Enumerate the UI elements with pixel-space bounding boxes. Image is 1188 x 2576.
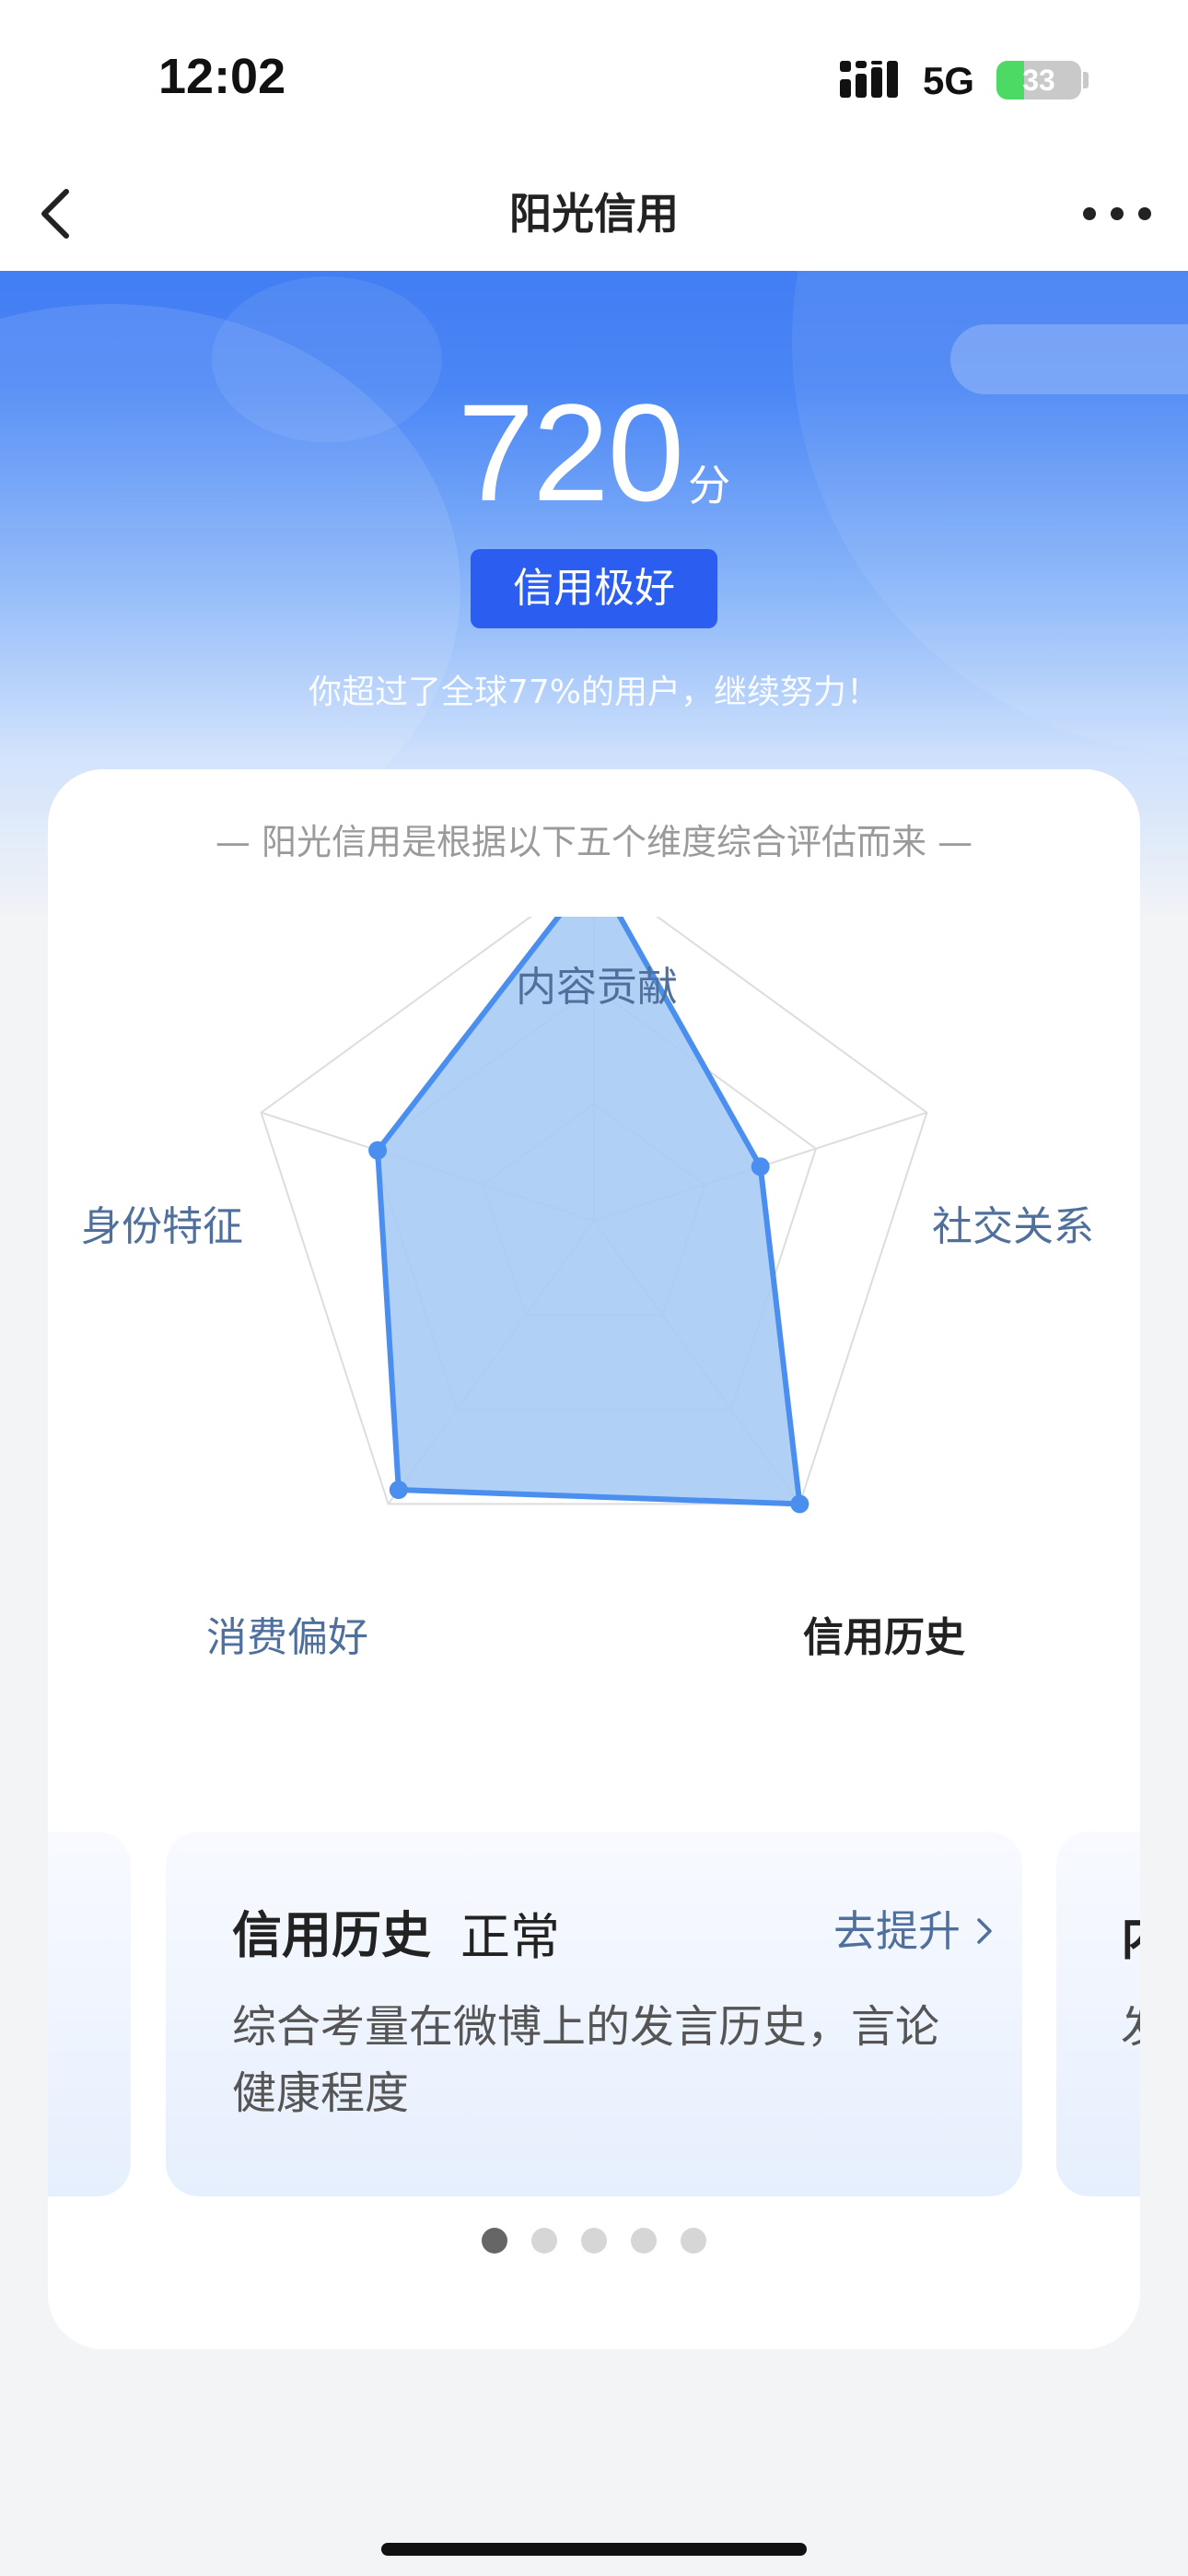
battery-icon: 33: [996, 61, 1081, 100]
back-chevron-icon[interactable]: [26, 179, 96, 249]
chevron-right-icon: [976, 1918, 992, 1944]
pagination-dot[interactable]: [631, 2228, 657, 2254]
rank-text: 你超过了全球77%的用户，继续努力！: [308, 673, 880, 711]
carousel-slide-next[interactable]: 内容贡献 发…: [1056, 1832, 1140, 2196]
axis-label-consumption[interactable]: 消费偏好: [206, 1604, 368, 1663]
status-bar: 12:02 5G 33: [0, 0, 1188, 157]
radar-chart: 内容贡献 社交关系 信用历史 消费偏好 身份特征: [48, 917, 1140, 1661]
carousel-pagination: [48, 2228, 1140, 2255]
nav-bar: 阳光信用: [0, 157, 1188, 271]
axis-label-identity[interactable]: 身份特征: [81, 1193, 243, 1252]
more-dots-icon[interactable]: [1076, 184, 1159, 243]
slide-description: 综合考量在微博上的发言历史，言论健康程度: [232, 2001, 940, 2119]
improve-link-label: 去提升: [833, 1906, 961, 1956]
dimension-carousel[interactable]: 信用历史 正常 去提升 综合考量在微博上的发言历史，言论健康程度 内容贡献 发…: [48, 1832, 1140, 2200]
status-time: 12:02: [158, 49, 286, 104]
carousel-slide-prev[interactable]: [48, 1832, 131, 2196]
carousel-slide-current[interactable]: 信用历史 正常 去提升 综合考量在微博上的发言历史，言论健康程度: [166, 1832, 1022, 2196]
card-caption: — 阳光信用是根据以下五个维度综合评估而来 —: [215, 822, 973, 862]
pagination-dot[interactable]: [482, 2228, 507, 2254]
improve-link[interactable]: 去提升: [833, 1898, 996, 1959]
slide-status: 正常: [460, 1908, 560, 1966]
pagination-dot[interactable]: [581, 2228, 607, 2254]
pagination-dot[interactable]: [681, 2228, 706, 2254]
slide-title: 信用历史: [232, 1906, 431, 1964]
radar-data-point: [368, 1141, 388, 1160]
page-title: 阳光信用: [509, 189, 679, 239]
next-slide-title: 内容贡献: [1121, 1896, 1140, 1969]
score-unit: 分: [688, 461, 731, 510]
network-type: 5G: [923, 59, 975, 102]
home-indicator: [381, 2543, 807, 2556]
radar-svg: [260, 917, 928, 1514]
axis-label-social[interactable]: 社交关系: [932, 1193, 1094, 1252]
battery-cap: [1083, 72, 1089, 88]
pagination-dot[interactable]: [531, 2228, 557, 2254]
cellular-signal-icon: [840, 61, 898, 98]
radar-data-point: [751, 1157, 770, 1177]
axis-label-content[interactable]: 内容贡献: [516, 954, 678, 1013]
dimensions-card: — 阳光信用是根据以下五个维度综合评估而来 — 内容贡献 社交关系 信用历史 消…: [48, 769, 1140, 2349]
credit-score: 720 分: [0, 373, 1188, 533]
battery-percent: 33: [1022, 64, 1055, 97]
score-value: 720: [457, 375, 684, 530]
axis-label-credit-history[interactable]: 信用历史: [803, 1604, 965, 1663]
radar-data-point: [790, 1494, 809, 1514]
credit-level-badge: 信用极好: [471, 549, 717, 628]
radar-data-point: [389, 1481, 408, 1500]
next-slide-description: 发…: [1121, 1994, 1140, 2060]
